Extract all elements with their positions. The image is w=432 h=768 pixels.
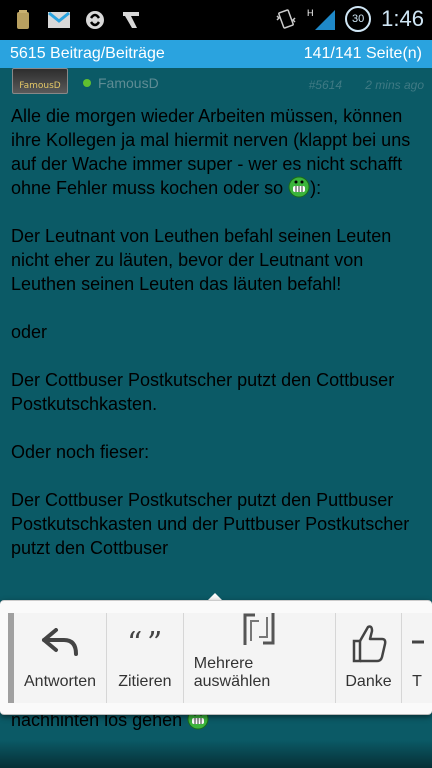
quote-icon: “” <box>125 621 165 665</box>
bottom-shade <box>0 740 432 768</box>
online-indicator-icon <box>83 79 91 87</box>
select-multiple-button[interactable]: Mehrere auswählen <box>184 613 336 703</box>
clock: 1:46 <box>381 6 424 31</box>
post-content: Alle die morgen wieder Arbeiten müssen, … <box>11 104 423 560</box>
title-bar: 5615 Beitrag/Beiträge 141/141 Seite(n) <box>0 40 432 68</box>
quote-button[interactable]: “” Zitieren <box>107 613 184 703</box>
post-time: 2 mins ago <box>365 78 424 92</box>
post-paragraph: Alle die morgen wieder Arbeiten müssen, … <box>11 104 423 200</box>
post-paragraph: Oder noch fieser: <box>11 442 150 462</box>
thanks-button[interactable]: Danke <box>336 613 402 703</box>
page-indicator[interactable]: 141/141 Seite(n) <box>304 45 422 63</box>
post-number: #5614 <box>308 78 342 92</box>
post-text: ): <box>310 178 322 198</box>
app-icon <box>120 8 142 32</box>
reply-label: Antworten <box>24 673 97 690</box>
username[interactable]: FamousD <box>98 75 159 91</box>
post-paragraph: Der Cottbuser Postkutscher putzt den Cot… <box>11 370 395 414</box>
thumbs-up-icon <box>350 621 388 665</box>
vibrate-icon <box>275 7 297 31</box>
more-action-label: T <box>412 673 422 690</box>
more-action-icon <box>410 621 424 665</box>
avatar[interactable]: FamousD <box>12 68 68 94</box>
gmail-icon <box>48 8 70 32</box>
post-paragraph: Der Leutnant von Leuthen befahl seinen L… <box>11 226 392 294</box>
post-paragraph: Der Cottbuser Postkutscher putzt den Put… <box>11 490 410 558</box>
action-bar: Antworten “” Zitieren Mehrere auswählen … <box>8 613 432 703</box>
sync-icon <box>84 8 106 32</box>
quote-label: Zitieren <box>118 673 172 690</box>
svg-text:”: ” <box>147 631 162 655</box>
status-bar: H 30 1:46 <box>0 0 432 40</box>
post-count: 5615 Beitrag/Beiträge <box>10 45 165 62</box>
reply-button[interactable]: Antworten <box>14 613 108 703</box>
select-multiple-label: Mehrere auswählen <box>193 655 271 690</box>
grin-smiley-icon <box>288 176 310 198</box>
avatar-label: FamousD <box>19 81 61 91</box>
post-text: Alle die morgen wieder Arbeiten müssen, … <box>11 106 411 198</box>
post-paragraph: oder <box>11 322 48 342</box>
reply-icon <box>40 621 80 665</box>
post-header: FamousD FamousD #5614 2 mins ago <box>0 68 432 98</box>
storage-icon <box>12 8 34 32</box>
badge-icon: 30 <box>345 6 372 32</box>
post-action-popup: Antworten “” Zitieren Mehrere auswählen … <box>0 600 432 715</box>
thanks-label: Danke <box>345 673 392 690</box>
select-brackets-icon <box>241 613 277 647</box>
signal-icon: H <box>307 7 336 31</box>
more-action-button[interactable]: T <box>402 613 432 703</box>
network-type: H <box>307 8 314 18</box>
svg-text:“: “ <box>127 631 142 655</box>
